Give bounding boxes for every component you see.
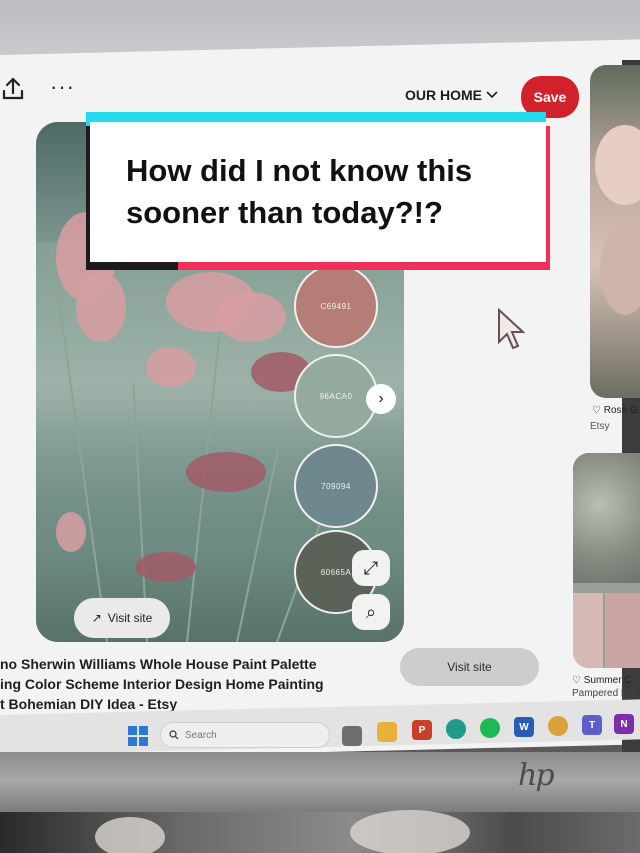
powerpoint-icon[interactable]: P xyxy=(412,720,432,740)
arrow-up-right-icon: ↗ xyxy=(91,611,102,625)
flower-bloom xyxy=(136,552,196,582)
more-icon[interactable]: ··· xyxy=(50,76,75,98)
color-chip xyxy=(573,593,603,668)
windows-start-icon[interactable] xyxy=(128,726,148,746)
board-label: OUR HOME xyxy=(405,87,482,103)
heart-icon: ♡ xyxy=(572,675,581,686)
expand-icon[interactable]: ⤢ xyxy=(352,550,390,586)
cactus-photo xyxy=(573,453,640,583)
visual-search-icon[interactable]: ⌕ xyxy=(352,594,390,630)
caption-line: sooner than today?!? xyxy=(126,195,443,230)
task-view-icon[interactable] xyxy=(342,726,362,746)
desk-decor xyxy=(95,817,165,853)
taskbar-search[interactable]: Search xyxy=(160,722,330,748)
heart-icon: ♡ xyxy=(592,405,601,416)
flower-petal xyxy=(600,225,640,315)
side-pin-title-text: Summer C xyxy=(583,675,632,686)
pin-title-line: no Sherwin Williams Whole House Paint Pa… xyxy=(0,656,317,672)
color-swatch: C69491 xyxy=(294,264,378,348)
share-icon[interactable] xyxy=(0,76,26,102)
caption-box: How did I not know this sooner than toda… xyxy=(90,122,546,262)
word-icon[interactable]: W xyxy=(514,717,534,737)
hp-logo: hp xyxy=(518,758,555,793)
file-explorer-icon[interactable] xyxy=(377,722,397,742)
side-pin-image[interactable] xyxy=(590,65,640,398)
chevron-down-icon xyxy=(486,91,498,99)
swatch-code: 60665A xyxy=(320,567,352,577)
pin-title-line: ing Color Scheme Interior Design Home Pa… xyxy=(0,676,324,692)
spotify-icon[interactable] xyxy=(480,718,500,738)
mouse-cursor-icon xyxy=(498,308,525,350)
caption-overlay: How did I not know this sooner than toda… xyxy=(86,112,552,270)
side-pin-title-text: Rose G xyxy=(603,405,638,416)
side-pin-source: Pampered Pre xyxy=(572,688,637,699)
edge-icon[interactable] xyxy=(446,719,466,739)
chevron-right-icon[interactable]: › xyxy=(366,384,396,414)
chrome-icon[interactable] xyxy=(548,716,568,736)
onenote-icon[interactable]: N xyxy=(614,714,634,734)
side-pin-source: Etsy xyxy=(590,421,610,432)
desk-surface xyxy=(0,810,640,853)
color-chip xyxy=(605,593,640,668)
desk-decor xyxy=(350,810,470,853)
board-select[interactable]: OUR HOME xyxy=(405,87,498,103)
visit-site-overlay-label: Visit site xyxy=(107,611,153,625)
flower-bloom xyxy=(186,452,266,492)
side-pin-title[interactable]: ♡ Summer C xyxy=(572,675,632,686)
search-placeholder: Search xyxy=(185,729,217,741)
caption-line: How did I not know this xyxy=(126,153,473,188)
swatch-code: 96ACA0 xyxy=(319,391,353,401)
swatch-code: 709094 xyxy=(321,481,351,491)
color-swatch: 709094 xyxy=(294,444,378,528)
swatch-code: C69491 xyxy=(320,301,352,311)
side-pin-title[interactable]: ♡ Rose G xyxy=(592,405,638,416)
visit-site-overlay-button[interactable]: ↗ Visit site xyxy=(74,598,170,638)
flower-bloom xyxy=(56,512,86,552)
flower-bloom xyxy=(146,347,196,387)
flower-petal xyxy=(595,125,640,205)
side-pin-image[interactable] xyxy=(573,453,640,668)
visit-site-button[interactable]: Visit site xyxy=(400,648,539,686)
teams-icon[interactable]: T xyxy=(582,715,602,735)
flower-bloom xyxy=(216,292,286,342)
search-icon xyxy=(169,730,179,740)
flower-bloom xyxy=(76,272,126,342)
pin-title: no Sherwin Williams Whole House Paint Pa… xyxy=(0,654,380,714)
